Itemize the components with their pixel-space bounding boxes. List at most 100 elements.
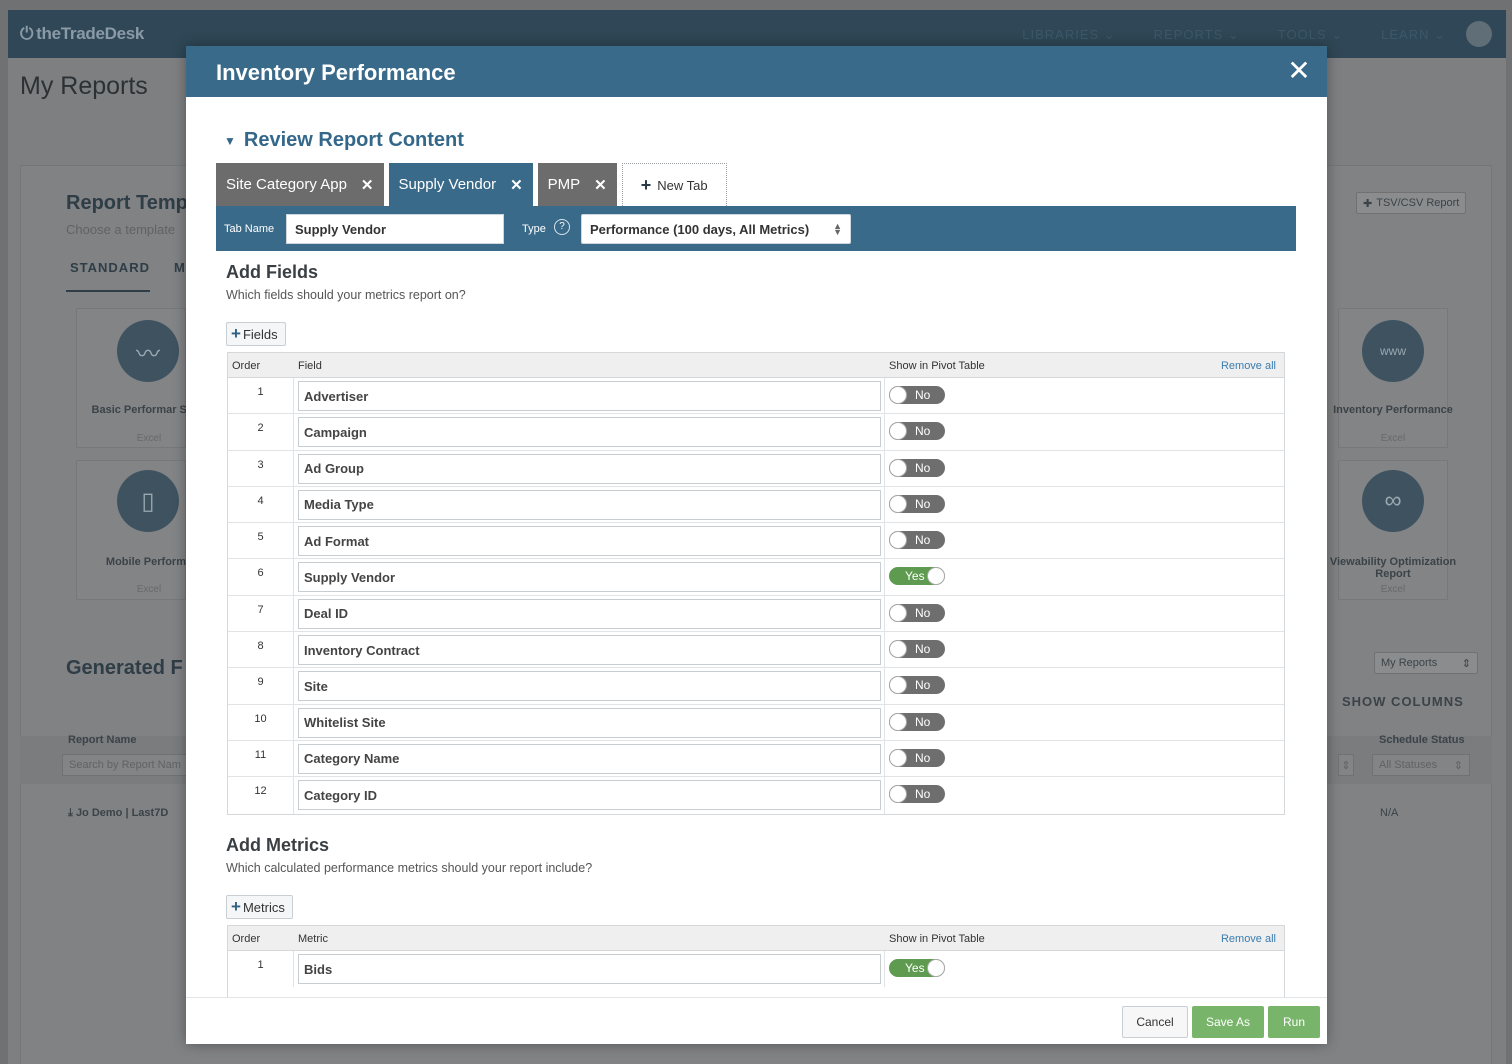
column-divider <box>884 595 885 632</box>
run-button[interactable]: Run <box>1268 1006 1320 1038</box>
pivot-toggle[interactable]: Yes <box>889 567 945 586</box>
toggle-knob <box>889 640 907 659</box>
toggle-knob <box>889 676 907 695</box>
pivot-toggle[interactable]: No <box>889 603 945 622</box>
metrics-table-header: Order Metric Show in Pivot Table Remove … <box>228 926 1284 951</box>
pivot-toggle[interactable]: No <box>889 458 945 477</box>
toggle-label: No <box>915 787 931 802</box>
close-icon[interactable]: ✕ <box>1285 57 1313 85</box>
status-select[interactable]: All Statuses ⇕ <box>1372 754 1470 776</box>
pivot-toggle[interactable]: No <box>889 386 945 404</box>
field-input[interactable]: Media Type <box>298 489 881 520</box>
column-divider <box>884 414 885 450</box>
card-sub: Excel <box>1380 433 1406 444</box>
tab-pmp[interactable]: PMP ✕ <box>537 163 617 206</box>
metric-input[interactable]: Bids <box>298 954 881 984</box>
field-input[interactable]: Category Name <box>298 743 881 774</box>
metrics-table: Order Metric Show in Pivot Table Remove … <box>227 925 1285 1005</box>
tab-supply-vendor[interactable]: Supply Vendor ✕ <box>388 163 533 206</box>
pivot-toggle[interactable]: No <box>889 712 945 731</box>
toggle-label: Yes <box>905 961 925 975</box>
table-row: 3 Ad Group No <box>228 450 1284 487</box>
card-label: Viewability Optimization Report <box>1329 556 1457 580</box>
avatar[interactable] <box>1466 21 1492 47</box>
table-row: 6 Supply Vendor Yes <box>228 559 1284 596</box>
www-icon: www <box>1362 320 1424 382</box>
table-row: 2 Campaign No <box>228 414 1284 451</box>
review-section-toggle[interactable]: ▼ Review Report Content <box>224 129 464 152</box>
field-input[interactable]: Advertiser <box>298 381 881 411</box>
modal-title: Inventory Performance <box>216 60 456 85</box>
field-input[interactable]: Whitelist Site <box>298 707 881 738</box>
col-order: Order <box>232 360 261 372</box>
tsv-csv-button[interactable]: ✚ TSV/CSV Report <box>1356 192 1467 214</box>
pivot-toggle[interactable]: No <box>889 785 945 804</box>
field-input[interactable]: Ad Group <box>298 453 881 484</box>
remove-all-fields-link[interactable]: Remove all <box>1221 360 1276 372</box>
field-input[interactable]: Category ID <box>298 780 881 811</box>
tab-name-input[interactable]: Supply Vendor <box>286 214 504 244</box>
col-report-name: Report Name <box>68 734 137 746</box>
nav-tools[interactable]: TOOLS ⌄ <box>1278 27 1343 43</box>
report-tabs: Site Category App ✕ Supply Vendor ✕ PMP … <box>216 163 727 206</box>
close-tab-icon[interactable]: ✕ <box>594 176 607 194</box>
tab-site-category-app[interactable]: Site Category App ✕ <box>216 163 384 206</box>
field-input[interactable]: Campaign <box>298 417 881 448</box>
type-select[interactable]: Performance (100 days, All Metrics) ▲ ▼ <box>581 214 851 244</box>
cancel-button[interactable]: Cancel <box>1122 1006 1188 1038</box>
toggle-knob <box>889 748 907 767</box>
add-fields-button[interactable]: + Fields <box>226 322 286 346</box>
pivot-toggle[interactable]: Yes <box>889 959 945 977</box>
table-row: 7 Deal ID No <box>228 595 1284 633</box>
field-input[interactable]: Ad Format <box>298 526 881 557</box>
nav-reports[interactable]: REPORTS ⌄ <box>1154 27 1240 43</box>
nav-libraries[interactable]: LIBRARIES ⌄ <box>1022 27 1115 43</box>
table-row: 1 Bids Yes <box>228 951 1284 988</box>
plus-icon: + <box>231 897 241 916</box>
toggle-label: No <box>915 714 931 729</box>
col-pivot: Show in Pivot Table <box>889 933 985 945</box>
new-tab-button[interactable]: + New Tab <box>621 163 727 206</box>
report-search-input[interactable]: Search by Report Nam <box>62 754 192 776</box>
tab-underline <box>66 290 150 292</box>
save-as-button[interactable]: Save As <box>1192 1006 1264 1038</box>
field-input[interactable]: Supply Vendor <box>298 562 881 593</box>
close-tab-icon[interactable]: ✕ <box>510 176 523 194</box>
row-order: 9 <box>228 668 294 704</box>
row-order: 3 <box>228 450 294 486</box>
my-reports-select[interactable]: My Reports ⇕ <box>1374 652 1478 674</box>
pivot-toggle[interactable]: No <box>889 640 945 659</box>
col-schedule-status: Schedule Status <box>1379 734 1465 746</box>
tab-standard[interactable]: STANDARD <box>70 260 150 275</box>
plus-icon: + <box>640 174 652 195</box>
remove-all-metrics-link[interactable]: Remove all <box>1221 933 1276 945</box>
select-arrows-icon: ⇕ <box>1453 759 1463 772</box>
nav-learn[interactable]: LEARN ⌄ <box>1381 27 1446 43</box>
select-arrows-icon[interactable]: ⇕ <box>1338 754 1354 776</box>
pivot-toggle[interactable]: No <box>889 422 945 441</box>
pivot-toggle[interactable]: No <box>889 494 945 513</box>
nav-menu: LIBRARIES ⌄ REPORTS ⌄ TOOLS ⌄ LEARN ⌄ <box>1022 27 1446 43</box>
help-icon[interactable]: ? <box>554 219 570 235</box>
type-label: Type <box>522 223 546 235</box>
generated-title: Generated F <box>66 657 183 679</box>
row-order: 5 <box>228 523 294 559</box>
metrics-rows: 1 Bids Yes <box>228 951 1284 988</box>
show-columns-link[interactable]: SHOW COLUMNS <box>1342 694 1464 709</box>
row-order: 8 <box>228 632 294 668</box>
close-tab-icon[interactable]: ✕ <box>361 176 374 194</box>
row-status: N/A <box>1380 807 1399 819</box>
pivot-toggle[interactable]: No <box>889 748 945 767</box>
add-metrics-button[interactable]: + Metrics <box>226 895 293 919</box>
field-input[interactable]: Site <box>298 671 881 702</box>
tab-name-label: Tab Name <box>224 223 275 235</box>
row-order: 2 <box>228 414 294 450</box>
pivot-toggle[interactable]: No <box>889 531 945 550</box>
report-row[interactable]: ⤓ Jo Demo | Last7D <box>68 807 168 820</box>
field-input[interactable]: Inventory Contract <box>298 635 881 666</box>
field-input[interactable]: Deal ID <box>298 598 881 629</box>
col-order: Order <box>232 933 261 945</box>
col-field: Field <box>298 360 322 372</box>
tab-m[interactable]: M <box>174 260 186 275</box>
pivot-toggle[interactable]: No <box>889 676 945 695</box>
